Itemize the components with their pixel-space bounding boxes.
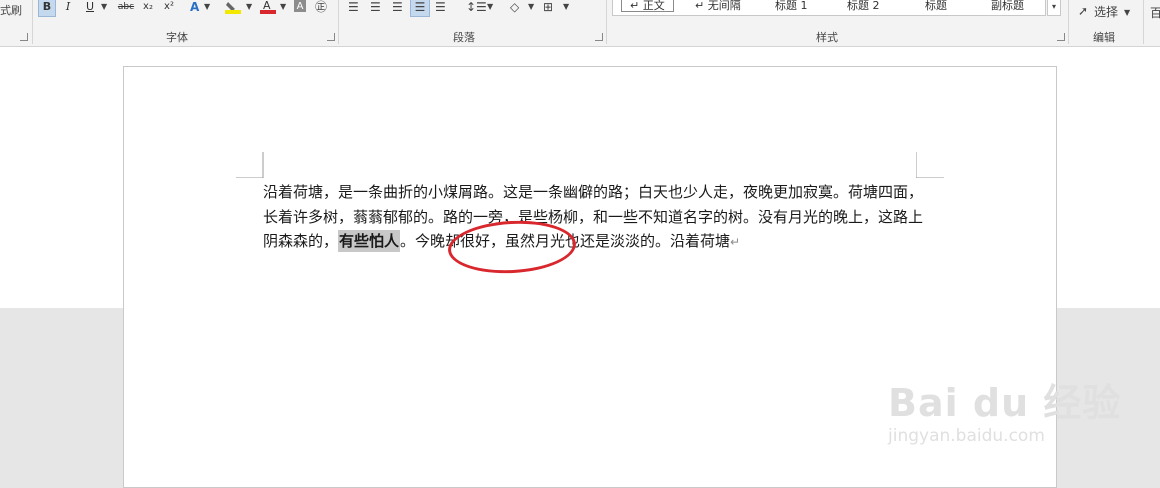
text-effects-icon[interactable]: A xyxy=(190,0,199,14)
watermark: Bai du 经验 jingyan.baidu.com xyxy=(888,372,1122,446)
underline-button[interactable]: U xyxy=(84,0,96,16)
style-normal[interactable]: ↵ 正文 xyxy=(621,0,674,12)
superscript-button[interactable]: x² xyxy=(162,0,176,16)
divider xyxy=(338,0,339,44)
font-launcher-icon[interactable] xyxy=(327,33,335,41)
distributed-icon[interactable]: ☰ xyxy=(435,0,446,14)
text-effects-dropdown-icon[interactable]: ▼ xyxy=(204,0,210,14)
line-spacing-dropdown-icon[interactable]: ▼ xyxy=(487,0,493,14)
select-dropdown-icon[interactable]: ▼ xyxy=(1124,6,1130,20)
cursor-select-icon[interactable]: ➚ xyxy=(1078,4,1088,18)
divider xyxy=(1143,0,1144,44)
divider xyxy=(606,0,607,44)
style-title[interactable]: 标题 xyxy=(925,0,947,13)
divider xyxy=(32,0,33,44)
font-color-dropdown-icon[interactable]: ▼ xyxy=(280,0,286,14)
paragraph-launcher-icon[interactable] xyxy=(595,33,603,41)
styles-launcher-icon[interactable] xyxy=(1057,33,1065,41)
format-painter-label[interactable]: 式刷 xyxy=(0,4,22,18)
divider xyxy=(1068,0,1069,44)
style-heading-2[interactable]: 标题 2 xyxy=(847,0,880,13)
enclose-characters-icon[interactable]: ㊣ xyxy=(315,0,327,14)
document-paragraph[interactable]: 沿着荷塘，是一条曲折的小煤屑路。这是一条幽僻的路；白天也少人走，夜晚更加寂寞。荷… xyxy=(263,180,923,255)
style-heading-1[interactable]: 标题 1 xyxy=(775,0,808,13)
shading-icon[interactable]: ◇ xyxy=(510,0,519,14)
margin-crop-mark-right xyxy=(916,152,944,178)
character-shading-icon[interactable]: A xyxy=(294,0,306,12)
font-group-label: 字体 xyxy=(166,31,188,44)
styles-gallery[interactable]: ↵ 正文 ↵ 无间隔 标题 1 标题 2 标题 副标题 xyxy=(612,0,1046,16)
select-button[interactable]: 选择 xyxy=(1094,5,1118,19)
underline-dropdown-icon[interactable]: ▼ xyxy=(101,0,107,14)
paragraph-group-label: 段落 xyxy=(453,31,475,44)
highlight-dropdown-icon[interactable]: ▼ xyxy=(246,0,252,14)
ribbon: 式刷 B I U ▼ abc x₂ x² A ▼ ▼ A ▼ A ㊣ 字体 ☰ … xyxy=(0,0,1160,47)
styles-more-icon[interactable]: ▾ xyxy=(1047,0,1061,16)
paragraph-mark-icon: ↵ xyxy=(730,235,741,249)
style-no-spacing[interactable]: ↵ 无间隔 xyxy=(695,0,741,13)
partial-group-label: 百 xyxy=(1150,6,1160,20)
shading-dropdown-icon[interactable]: ▼ xyxy=(528,0,534,14)
watermark-logo: Bai du 经验 xyxy=(888,381,1122,425)
font-color-icon[interactable]: A xyxy=(260,0,276,17)
strikethrough-button[interactable]: abc xyxy=(116,0,136,16)
borders-icon[interactable]: ⊞ xyxy=(543,0,553,14)
align-center-icon[interactable]: ☰ xyxy=(370,0,381,14)
subscript-button[interactable]: x₂ xyxy=(141,0,155,16)
borders-dropdown-icon[interactable]: ▼ xyxy=(563,0,569,14)
margin-crop-mark-left xyxy=(236,152,264,178)
line-spacing-icon[interactable]: ↕☰ xyxy=(466,0,487,14)
editing-group-label: 编辑 xyxy=(1093,31,1115,44)
align-right-icon[interactable]: ☰ xyxy=(392,0,403,14)
highlight-color-icon[interactable] xyxy=(224,0,242,17)
clipboard-launcher-icon[interactable] xyxy=(20,33,28,41)
styles-group-label: 样式 xyxy=(816,31,838,44)
bold-button[interactable]: B xyxy=(38,0,56,17)
justify-icon[interactable]: ☰ xyxy=(410,0,430,17)
style-subtitle[interactable]: 副标题 xyxy=(991,0,1024,13)
watermark-url: jingyan.baidu.com xyxy=(888,426,1045,446)
align-left-icon[interactable]: ☰ xyxy=(348,0,359,14)
highlighted-selection[interactable]: 有些怕人 xyxy=(338,230,401,252)
italic-button[interactable]: I xyxy=(62,0,74,16)
